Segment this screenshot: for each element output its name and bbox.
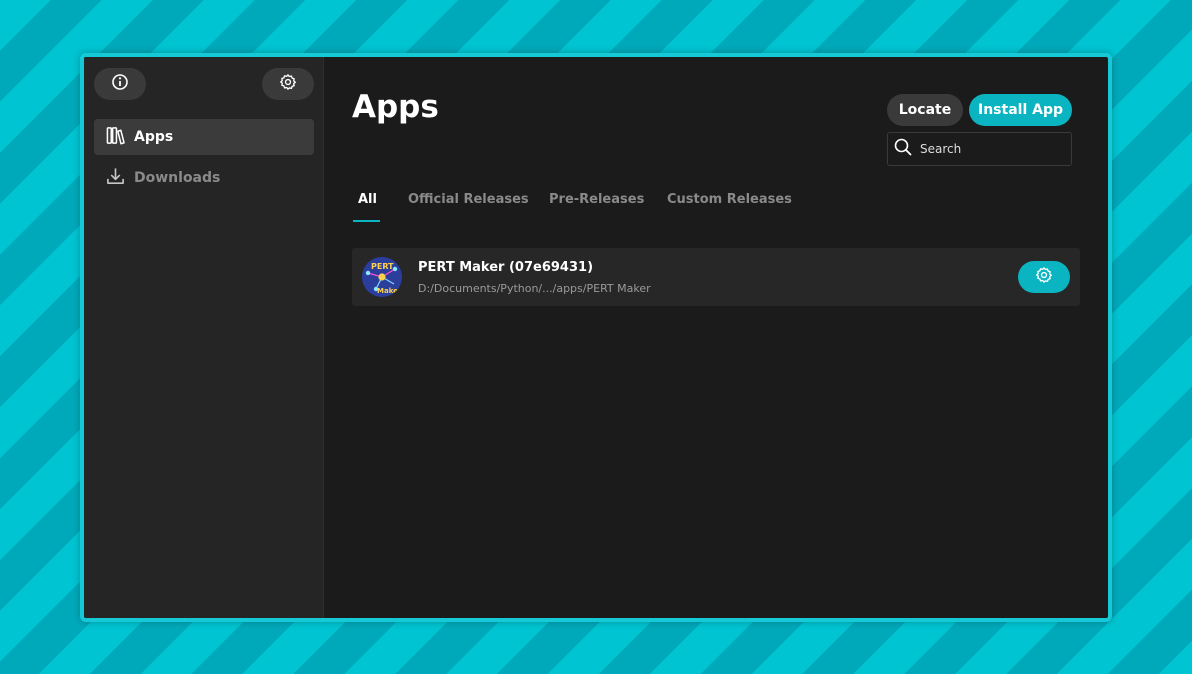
app-icon-text-bottom: Maker xyxy=(377,287,402,295)
app-list-item[interactable]: PERT Maker PERT Maker (07e69431) D:/Docu… xyxy=(352,248,1080,306)
info-icon xyxy=(111,73,129,95)
search-icon xyxy=(894,138,912,160)
tab-pre-releases[interactable]: Pre-Releases xyxy=(549,192,644,220)
app-path: D:/Documents/Python/.../apps/PERT Maker xyxy=(418,282,651,295)
gear-icon xyxy=(279,73,297,95)
app-icon-text-top: PERT xyxy=(371,262,394,271)
library-icon xyxy=(106,126,125,149)
sidebar-item-label: Downloads xyxy=(134,170,221,186)
search-box xyxy=(887,132,1072,166)
active-tab-indicator xyxy=(353,220,380,222)
tab-official-releases[interactable]: Official Releases xyxy=(408,192,529,220)
tab-all[interactable]: All xyxy=(358,192,377,220)
app-window: Apps Downloads Apps Locate Install App S… xyxy=(80,53,1112,622)
sidebar-item-label: Apps xyxy=(134,129,174,145)
gear-icon xyxy=(1035,266,1053,288)
download-icon xyxy=(106,167,125,190)
search-input[interactable] xyxy=(920,142,1060,156)
tab-custom-releases[interactable]: Custom Releases xyxy=(667,192,792,220)
install-app-button[interactable]: Install App xyxy=(969,94,1072,126)
locate-button[interactable]: Locate xyxy=(887,94,963,126)
sidebar-item-downloads[interactable]: Downloads xyxy=(94,160,314,196)
settings-button[interactable] xyxy=(262,68,314,100)
info-button[interactable] xyxy=(94,68,146,100)
sidebar-item-apps[interactable]: Apps xyxy=(94,119,314,155)
app-name: PERT Maker (07e69431) xyxy=(418,260,594,275)
app-icon: PERT Maker xyxy=(362,257,402,297)
page-title: Apps xyxy=(352,89,439,125)
sidebar: Apps Downloads xyxy=(84,57,324,618)
app-settings-button[interactable] xyxy=(1018,261,1070,293)
main-content: Apps Locate Install App All Official Rel… xyxy=(324,57,1108,618)
